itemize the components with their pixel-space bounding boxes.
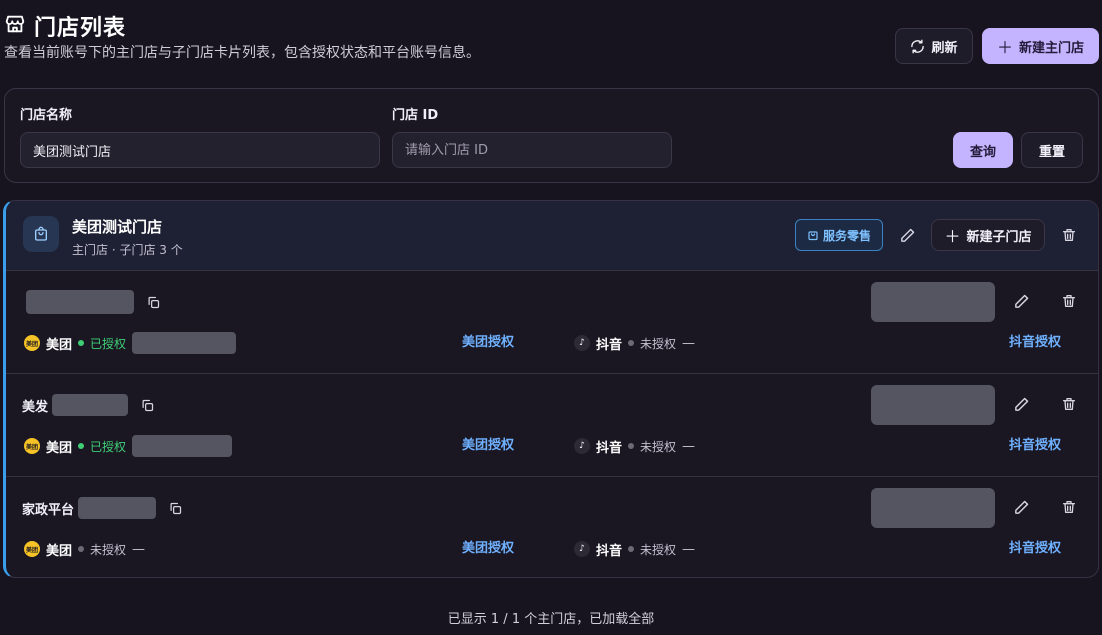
status-dot [628, 340, 635, 346]
store-name-label: 门店名称 [20, 108, 73, 123]
meituan-status: 美团 美团 已授权 [24, 331, 237, 355]
sub-store-name: 家政平台 [22, 496, 183, 520]
delete-sub-store-button[interactable] [1057, 392, 1081, 416]
query-button[interactable]: 查询 [953, 132, 1013, 168]
sub-store-row: 家政平台 美团 美团 未授权 — 美团授权 ♪ 抖音 未授权 — 抖音授权 [6, 477, 1098, 577]
meituan-logo-icon: 美团 [24, 335, 40, 351]
redacted-account [132, 435, 233, 457]
meituan-status: 美团 美团 已授权 [24, 434, 233, 458]
store-name-input[interactable] [20, 132, 380, 168]
status-dot [78, 546, 85, 552]
store-id-input[interactable] [392, 132, 672, 168]
plus-icon: ＋ [996, 38, 1013, 57]
bag-icon [808, 231, 818, 241]
redacted-id [78, 497, 157, 519]
copy-icon[interactable] [146, 295, 161, 310]
main-store-name: 美团测试门店 [72, 218, 163, 236]
trash-icon [1063, 229, 1075, 241]
meituan-auth-link[interactable]: 美团授权 [462, 331, 514, 355]
douyin-auth-link[interactable]: 抖音授权 [1009, 434, 1061, 458]
status-dot [628, 546, 635, 552]
trash-icon [1063, 501, 1075, 513]
delete-sub-store-button[interactable] [1057, 289, 1081, 313]
status-text: 已授权 [90, 336, 127, 351]
category-badge: 服务零售 [795, 219, 883, 251]
new-main-store-button[interactable]: ＋ 新建主门店 [982, 28, 1099, 64]
store-icon [4, 13, 26, 39]
edit-store-button[interactable] [895, 223, 919, 247]
redacted-id [26, 290, 134, 314]
shopping-bag-icon [23, 216, 59, 252]
platform-line: 美团 美团 已授权 美团授权 ♪ 抖音 未授权 — 抖音授权 [24, 434, 1084, 458]
redacted-id [52, 394, 129, 416]
status-dot [628, 443, 635, 449]
pencil-icon [1014, 397, 1028, 411]
edit-sub-store-button[interactable] [1009, 495, 1033, 519]
meituan-status: 美团 美团 未授权 — [24, 541, 146, 559]
douyin-logo-icon: ♪ [574, 335, 590, 351]
copy-icon[interactable] [140, 398, 155, 413]
main-store-meta: 主门店 · 子门店 3 个 [72, 243, 183, 257]
status-text: 未授权 [640, 542, 677, 557]
pencil-icon [900, 228, 914, 242]
edit-sub-store-button[interactable] [1009, 392, 1033, 416]
new-sub-store-button[interactable]: ＋ 新建子门店 [931, 219, 1045, 251]
sub-store-row: 美发 美团 美团 已授权 美团授权 ♪ 抖音 未授权 — 抖音授权 [6, 374, 1098, 477]
douyin-auth-link[interactable]: 抖音授权 [1009, 331, 1061, 355]
status-dot [78, 443, 85, 449]
filter-panel: 门店名称 门店 ID 查询 重置 [4, 88, 1099, 183]
status-text: 已授权 [90, 439, 127, 454]
main-store-card: 美团测试门店 主门店 · 子门店 3 个 服务零售 ＋ 新建子门店 美团 美团 … [3, 200, 1099, 578]
douyin-status: ♪ 抖音 未授权 — [574, 434, 695, 458]
plus-icon: ＋ [944, 227, 961, 246]
edit-sub-store-button[interactable] [1009, 289, 1033, 313]
meituan-logo-icon: 美团 [24, 438, 40, 454]
douyin-auth-link[interactable]: 抖音授权 [1009, 537, 1061, 561]
douyin-status: ♪ 抖音 未授权 — [574, 537, 695, 561]
trash-icon [1063, 398, 1075, 410]
douyin-logo-icon: ♪ [574, 438, 590, 454]
refresh-button[interactable]: 刷新 [895, 28, 973, 64]
status-text: 未授权 [90, 542, 127, 557]
page-header: 门店列表 [4, 10, 126, 42]
status-text: 未授权 [640, 439, 677, 454]
refresh-icon [911, 39, 925, 53]
douyin-logo-icon: ♪ [574, 541, 590, 557]
platform-line: 美团 美团 已授权 美团授权 ♪ 抖音 未授权 — 抖音授权 [24, 331, 1084, 355]
redacted-thumbnail [871, 385, 995, 425]
sub-store-row: 美团 美团 已授权 美团授权 ♪ 抖音 未授权 — 抖音授权 [6, 271, 1098, 374]
delete-sub-store-button[interactable] [1057, 495, 1081, 519]
reset-button[interactable]: 重置 [1021, 132, 1083, 168]
meituan-logo-icon: 美团 [24, 541, 40, 557]
redacted-thumbnail [871, 282, 995, 322]
redacted-account [132, 332, 237, 354]
delete-store-button[interactable] [1057, 223, 1081, 247]
redacted-thumbnail [871, 488, 995, 528]
new-sub-store-label: 新建子门店 [966, 229, 1032, 245]
copy-icon[interactable] [168, 501, 183, 516]
pencil-icon [1014, 294, 1028, 308]
douyin-status: ♪ 抖音 未授权 — [574, 331, 695, 355]
page-title: 门店列表 [34, 16, 127, 41]
store-id-label: 门店 ID [392, 108, 439, 123]
new-main-store-label: 新建主门店 [1019, 40, 1085, 56]
status-text: 未授权 [640, 336, 677, 351]
platform-line: 美团 美团 未授权 — 美团授权 ♪ 抖音 未授权 — 抖音授权 [24, 537, 1084, 561]
sub-store-name: 美发 [22, 393, 155, 417]
main-store-header: 美团测试门店 主门店 · 子门店 3 个 服务零售 ＋ 新建子门店 [6, 201, 1098, 271]
status-dot [78, 340, 85, 346]
sub-store-name [22, 290, 161, 314]
page-subtitle: 查看当前账号下的主门店与子门店卡片列表，包含授权状态和平台账号信息。 [4, 45, 480, 61]
meituan-auth-link[interactable]: 美团授权 [462, 434, 514, 458]
trash-icon [1063, 295, 1075, 307]
category-badge-label: 服务零售 [822, 228, 871, 243]
meituan-auth-link[interactable]: 美团授权 [462, 537, 514, 561]
pencil-icon [1014, 500, 1028, 514]
refresh-label: 刷新 [931, 40, 958, 56]
load-status-text: 已显示 1 / 1 个主门店，已加载全部 [447, 612, 655, 627]
